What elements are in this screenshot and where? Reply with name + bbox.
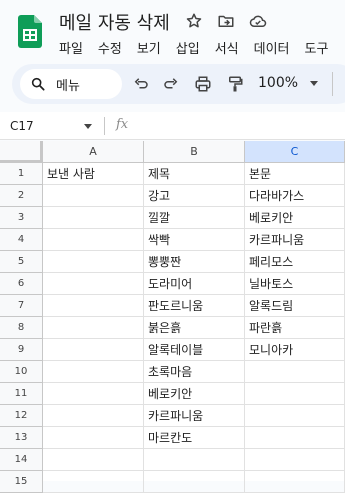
cell-b5[interactable]: 뽕뿡짠: [144, 251, 245, 273]
row-header[interactable]: 2: [0, 185, 43, 207]
menu-edit[interactable]: 수정: [98, 38, 122, 57]
name-box[interactable]: C17: [10, 119, 34, 133]
cell-c6[interactable]: 닐바토스: [245, 273, 345, 295]
menu-file[interactable]: 파일: [59, 38, 83, 57]
menu-bar: 파일 수정 보기 삽입 서식 데이터 도구: [59, 38, 328, 57]
cell-a7[interactable]: [43, 295, 144, 317]
cell-c15[interactable]: [245, 471, 345, 493]
column-header-c[interactable]: C: [245, 141, 345, 163]
row-header[interactable]: 8: [0, 317, 43, 339]
row-header[interactable]: 9: [0, 339, 43, 361]
cell-c10[interactable]: [245, 361, 345, 383]
row-header[interactable]: 12: [0, 405, 43, 427]
column-header-a[interactable]: A: [43, 141, 144, 163]
star-icon[interactable]: [183, 10, 205, 32]
cell-b1[interactable]: 제목: [144, 163, 245, 185]
row-header[interactable]: 13: [0, 427, 43, 449]
sheets-logo-icon[interactable]: [18, 15, 42, 48]
row-header[interactable]: 6: [0, 273, 43, 295]
menu-insert[interactable]: 삽입: [176, 38, 200, 57]
toolbar-divider: [332, 72, 333, 96]
cell-c9[interactable]: 모니아카: [245, 339, 345, 361]
row-header[interactable]: 1: [0, 163, 43, 185]
title-bar: 메일 자동 삭제 파일 수정 보기 삽입 서식 데이터 도구: [0, 0, 345, 62]
cell-c7[interactable]: 알록드림: [245, 295, 345, 317]
cell-a12[interactable]: [43, 405, 144, 427]
cell-c14[interactable]: [245, 449, 345, 471]
cloud-status-icon[interactable]: [247, 10, 269, 32]
cell-c11[interactable]: [245, 383, 345, 405]
cell-a9[interactable]: [43, 339, 144, 361]
menu-search-box[interactable]: 메뉴: [20, 69, 122, 99]
cell-a8[interactable]: [43, 317, 144, 339]
cell-b8[interactable]: 붉은흙: [144, 317, 245, 339]
name-box-dropdown-icon[interactable]: [84, 124, 92, 129]
cell-a5[interactable]: [43, 251, 144, 273]
cell-b15[interactable]: [144, 471, 245, 493]
spreadsheet-grid: A B C 1 보낸 사람 제목 본문 2 강고 다라바가스 3 낄깔 베로키안 4 싹빡 카르파니움 5 뽕뿡짠…: [0, 141, 345, 493]
cell-a11[interactable]: [43, 383, 144, 405]
cell-b2[interactable]: 강고: [144, 185, 245, 207]
row-header[interactable]: 4: [0, 229, 43, 251]
cell-c1[interactable]: 본문: [245, 163, 345, 185]
cell-a6[interactable]: [43, 273, 144, 295]
column-header-b[interactable]: B: [144, 141, 245, 163]
zoom-dropdown-icon[interactable]: [310, 81, 318, 86]
menu-view[interactable]: 보기: [137, 38, 161, 57]
toolbar: 메뉴 100%: [12, 64, 345, 104]
cell-c2[interactable]: 다라바가스: [245, 185, 345, 207]
cell-c3[interactable]: 베로키안: [245, 207, 345, 229]
search-label: 메뉴: [56, 78, 80, 94]
fx-icon: fx: [116, 117, 129, 132]
cell-b13[interactable]: 마르칸도: [144, 427, 245, 449]
document-title[interactable]: 메일 자동 삭제: [59, 9, 170, 35]
cell-a3[interactable]: [43, 207, 144, 229]
menu-format[interactable]: 서식: [215, 38, 239, 57]
cell-b10[interactable]: 초록마음: [144, 361, 245, 383]
print-icon[interactable]: [192, 73, 214, 95]
cell-c8[interactable]: 파란흙: [245, 317, 345, 339]
cell-a4[interactable]: [43, 229, 144, 251]
cell-c4[interactable]: 카르파니움: [245, 229, 345, 251]
cell-b9[interactable]: 알록테이블: [144, 339, 245, 361]
cell-b14[interactable]: [144, 449, 245, 471]
cell-a10[interactable]: [43, 361, 144, 383]
move-folder-icon[interactable]: [215, 10, 237, 32]
row-header[interactable]: 10: [0, 361, 43, 383]
redo-icon[interactable]: [160, 73, 182, 95]
undo-icon[interactable]: [130, 73, 152, 95]
cell-b4[interactable]: 싹빡: [144, 229, 245, 251]
zoom-select[interactable]: 100%: [258, 75, 298, 91]
formula-bar: C17 fx: [0, 112, 345, 140]
cell-c5[interactable]: 페리모스: [245, 251, 345, 273]
row-header[interactable]: 15: [0, 471, 43, 493]
cell-b3[interactable]: 낄깔: [144, 207, 245, 229]
cell-c12[interactable]: [245, 405, 345, 427]
cell-b6[interactable]: 도라미어: [144, 273, 245, 295]
row-header[interactable]: 5: [0, 251, 43, 273]
cell-a13[interactable]: [43, 427, 144, 449]
cell-a14[interactable]: [43, 449, 144, 471]
select-all-corner[interactable]: [0, 141, 43, 163]
row-header[interactable]: 11: [0, 383, 43, 405]
search-icon: [31, 77, 45, 91]
cell-b12[interactable]: 카르파니움: [144, 405, 245, 427]
cell-b11[interactable]: 베로키안: [144, 383, 245, 405]
row-header[interactable]: 14: [0, 449, 43, 471]
cell-a1[interactable]: 보낸 사람: [43, 163, 144, 185]
cell-c13[interactable]: [245, 427, 345, 449]
row-header[interactable]: 3: [0, 207, 43, 229]
cell-b7[interactable]: 판도르니움: [144, 295, 245, 317]
cell-a15[interactable]: [43, 471, 144, 493]
menu-data[interactable]: 데이터: [254, 38, 290, 57]
paint-format-icon[interactable]: [224, 73, 246, 95]
formula-divider: [104, 117, 105, 135]
cell-a2[interactable]: [43, 185, 144, 207]
row-header[interactable]: 7: [0, 295, 43, 317]
menu-tools[interactable]: 도구: [305, 38, 329, 57]
